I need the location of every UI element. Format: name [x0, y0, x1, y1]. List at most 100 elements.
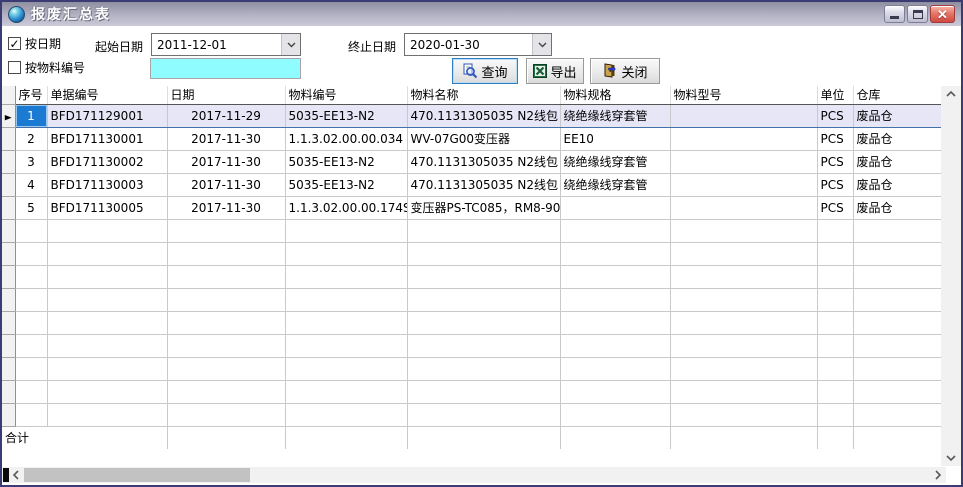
- cell-code[interactable]: 1.1.3.02.00.00.034: [285, 127, 407, 150]
- start-date-combo[interactable]: 2011-12-01: [151, 33, 301, 56]
- row-indicator[interactable]: [2, 150, 15, 173]
- cell-doc[interactable]: BFD171130003: [47, 173, 167, 196]
- cell-name[interactable]: 变压器PS-TC085，RM8-90: [407, 196, 560, 219]
- cell-warehouse[interactable]: 废品仓: [853, 196, 943, 219]
- cell-warehouse[interactable]: 废品仓: [853, 150, 943, 173]
- cell-date[interactable]: 2017-11-30: [167, 196, 285, 219]
- close-button[interactable]: ✕: [930, 5, 955, 23]
- cell-date[interactable]: 2017-11-30: [167, 173, 285, 196]
- cell-name[interactable]: 470.1131305035 N2线包: [407, 104, 560, 127]
- cell-spec[interactable]: 绕绝缘线穿套管: [560, 104, 670, 127]
- empty-cell: [47, 334, 167, 357]
- cell-date[interactable]: 2017-11-29: [167, 104, 285, 127]
- cell-model[interactable]: [670, 196, 817, 219]
- cell-code[interactable]: 5035-EE13-N2: [285, 104, 407, 127]
- cell-doc[interactable]: BFD171130002: [47, 150, 167, 173]
- cell-no[interactable]: 2: [15, 127, 47, 150]
- cell-date[interactable]: 2017-11-30: [167, 150, 285, 173]
- cell-warehouse[interactable]: 废品仓: [853, 127, 943, 150]
- cell-unit[interactable]: PCS: [817, 127, 853, 150]
- maximize-button[interactable]: [907, 5, 928, 23]
- row-indicator[interactable]: [2, 173, 15, 196]
- checkbox-unchecked-icon: [8, 61, 21, 74]
- empty-cell: [15, 380, 47, 403]
- hscroll-thumb[interactable]: [24, 468, 250, 482]
- footer-cell: [167, 426, 285, 449]
- chevron-down-icon[interactable]: [532, 34, 551, 55]
- grid-corner-notch: [3, 468, 9, 482]
- query-button[interactable]: 查询: [452, 58, 518, 84]
- column-header-doc[interactable]: 单据编号: [47, 86, 167, 104]
- scroll-down-icon[interactable]: [943, 450, 959, 466]
- cell-name[interactable]: 470.1131305035 N2线包: [407, 173, 560, 196]
- empty-cell: [167, 311, 285, 334]
- scroll-right-icon[interactable]: [930, 467, 946, 483]
- row-indicator[interactable]: [2, 196, 15, 219]
- empty-cell: [560, 311, 670, 334]
- cell-unit[interactable]: PCS: [817, 104, 853, 127]
- row-indicator-header: [2, 86, 15, 104]
- export-button[interactable]: 导出: [526, 58, 584, 84]
- end-date-combo[interactable]: 2020-01-30: [404, 33, 552, 56]
- row-indicator[interactable]: [2, 127, 15, 150]
- empty-cell: [47, 403, 167, 426]
- title-bar[interactable]: 报废汇总表 ✕: [2, 2, 961, 26]
- cell-code[interactable]: 1.1.3.02.00.00.174S: [285, 196, 407, 219]
- column-header-no[interactable]: 序号: [15, 86, 47, 104]
- cell-unit[interactable]: PCS: [817, 173, 853, 196]
- cell-warehouse[interactable]: 废品仓: [853, 104, 943, 127]
- cell-no[interactable]: 5: [15, 196, 47, 219]
- cell-spec[interactable]: 绕绝缘线穿套管: [560, 173, 670, 196]
- empty-row: [2, 265, 943, 288]
- column-header-date[interactable]: 日期: [167, 86, 285, 104]
- cell-no[interactable]: 1: [15, 104, 47, 127]
- empty-row: [2, 357, 943, 380]
- column-header-unit[interactable]: 单位: [817, 86, 853, 104]
- current-row-indicator[interactable]: ►: [2, 104, 15, 127]
- vertical-scrollbar[interactable]: [941, 86, 961, 466]
- cell-model[interactable]: [670, 173, 817, 196]
- empty-cell: [817, 334, 853, 357]
- column-header-code[interactable]: 物料编号: [285, 86, 407, 104]
- material-code-input[interactable]: [150, 58, 301, 79]
- cell-model[interactable]: [670, 127, 817, 150]
- column-header-model[interactable]: 物料型号: [670, 86, 817, 104]
- footer-cell: [407, 426, 560, 449]
- by-material-checkbox[interactable]: 按物料编号: [8, 59, 85, 76]
- cell-spec[interactable]: [560, 196, 670, 219]
- empty-cell: [47, 288, 167, 311]
- column-header-spec[interactable]: 物料规格: [560, 86, 670, 104]
- cell-model[interactable]: [670, 150, 817, 173]
- grid-header: 序号单据编号日期物料编号物料名称物料规格物料型号单位仓库: [2, 86, 943, 104]
- cell-doc[interactable]: BFD171129001: [47, 104, 167, 127]
- cell-warehouse[interactable]: 废品仓: [853, 173, 943, 196]
- cell-unit[interactable]: PCS: [817, 150, 853, 173]
- cell-no[interactable]: 4: [15, 173, 47, 196]
- chevron-down-icon[interactable]: [281, 34, 300, 55]
- empty-cell: [47, 219, 167, 242]
- cell-doc[interactable]: BFD171130001: [47, 127, 167, 150]
- cell-code[interactable]: 5035-EE13-N2: [285, 150, 407, 173]
- cell-date[interactable]: 2017-11-30: [167, 127, 285, 150]
- scroll-left-icon[interactable]: [8, 467, 24, 483]
- cell-no[interactable]: 3: [15, 150, 47, 173]
- cell-name[interactable]: WV-07G00变压器: [407, 127, 560, 150]
- horizontal-scrollbar[interactable]: [2, 467, 946, 483]
- cell-spec[interactable]: EE10: [560, 127, 670, 150]
- cell-name[interactable]: 470.1131305035 N2线包: [407, 150, 560, 173]
- empty-cell: [15, 357, 47, 380]
- by-date-checkbox[interactable]: ✓ 按日期: [8, 35, 61, 52]
- close-window-button[interactable]: 关闭: [590, 58, 660, 84]
- cell-spec[interactable]: 绕绝缘线穿套管: [560, 150, 670, 173]
- column-header-name[interactable]: 物料名称: [407, 86, 560, 104]
- cell-doc[interactable]: BFD171130005: [47, 196, 167, 219]
- column-header-warehouse[interactable]: 仓库: [853, 86, 943, 104]
- scroll-up-icon[interactable]: [943, 86, 959, 102]
- row-indicator: [2, 380, 15, 403]
- cell-unit[interactable]: PCS: [817, 196, 853, 219]
- cell-code[interactable]: 5035-EE13-N2: [285, 173, 407, 196]
- table-row: 5BFD1711300052017-11-301.1.3.02.00.00.17…: [2, 196, 943, 219]
- window-controls: ✕: [884, 5, 955, 23]
- minimize-button[interactable]: [884, 5, 905, 23]
- cell-model[interactable]: [670, 104, 817, 127]
